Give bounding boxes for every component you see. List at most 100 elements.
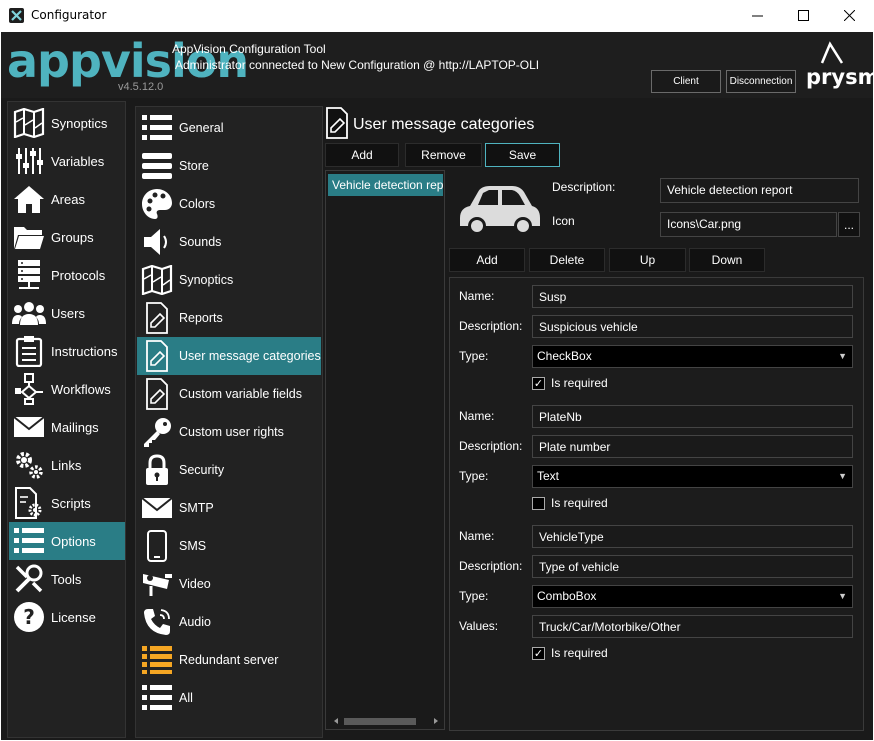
required-checkbox[interactable] [532,497,545,510]
nav-item-label: Mailings [51,419,99,435]
options-item-audio[interactable]: Audio [137,603,321,641]
nav-item-options[interactable]: Options [9,522,125,560]
field-description-input[interactable]: Suspicious vehicle [532,315,853,338]
edit-doc-icon [139,376,175,412]
add-category-button[interactable]: Add [325,143,399,167]
options-item-all[interactable]: All [137,679,321,717]
field-values-label: Values: [459,619,499,633]
close-button[interactable] [826,0,872,31]
description-field[interactable]: Vehicle detection report [660,178,859,203]
nav-item-areas[interactable]: Areas [9,180,125,218]
field-type-value: Text [537,469,560,483]
options-item-label: Reports [179,311,223,325]
field-description-input[interactable]: Plate number [532,435,853,458]
nav-item-label: License [51,609,96,625]
nav-item-label: Users [51,305,85,321]
field-name-label: Name: [459,409,495,423]
field-type-select[interactable]: ComboBox ▼ [532,585,853,608]
field-name-input[interactable]: PlateNb [532,405,853,428]
options-item-user-message-categories[interactable]: User message categories [137,337,321,375]
nav-item-workflows[interactable]: Workflows [9,370,125,408]
required-label: Is required [551,496,608,510]
options-item-sms[interactable]: SMS [137,527,321,565]
prysm-wordmark: prysm [806,65,874,89]
window-title: Configurator [31,8,107,22]
remove-category-button[interactable]: Remove [405,143,482,167]
options-item-label: General [179,121,224,135]
app-icon [9,8,24,23]
version-label: v4.5.12.0 [118,81,164,93]
move-down-button[interactable]: Down [689,248,765,272]
add-field-button[interactable]: Add [449,248,525,272]
field-type-label: Type: [459,349,489,363]
server-icon [11,257,47,293]
envelope-icon [139,490,175,526]
nav-item-users[interactable]: Users [9,294,125,332]
field-type-select[interactable]: CheckBox ▼ [532,345,853,368]
category-list[interactable]: Vehicle detection report [325,170,445,730]
disconnection-button[interactable]: Disconnection [726,70,796,93]
nav-item-mailings[interactable]: Mailings [9,408,125,446]
nav-item-label: Scripts [51,495,91,511]
nav-item-label: Protocols [51,267,106,283]
nav-item-scripts[interactable]: Scripts [9,484,125,522]
users-icon [11,295,47,331]
options-item-general[interactable]: General [137,109,321,147]
delete-field-button[interactable]: Delete [529,248,605,272]
field-description-input[interactable]: Type of vehicle [532,555,853,578]
envelope-icon [11,409,47,445]
palette-icon [139,186,175,222]
required-checkbox[interactable]: ✓ [532,647,545,660]
options-item-label: Video [179,577,211,591]
save-button[interactable]: Save [485,143,560,167]
nav-item-protocols[interactable]: Protocols [9,256,125,294]
page-title: User message categories [353,116,535,133]
required-label: Is required [551,646,608,660]
options-item-store[interactable]: Store [137,147,321,185]
browse-icon-button[interactable]: ... [838,212,860,237]
nav-item-label: Options [51,533,96,549]
field-type-value: ComboBox [537,589,597,603]
options-item-label: SMS [179,539,207,553]
options-item-custom-user-rights[interactable]: Custom user rights [137,413,321,451]
chevron-down-icon: ▼ [838,471,847,481]
required-checkbox[interactable]: ✓ [532,377,545,390]
options-item-custom-variable-fields[interactable]: Custom variable fields [137,375,321,413]
options-item-smtp[interactable]: SMTP [137,489,321,527]
nav-item-links[interactable]: Links [9,446,125,484]
chevron-down-icon: ▼ [838,351,847,361]
options-item-colors[interactable]: Colors [137,185,321,223]
options-item-label: Security [179,463,225,477]
nav-item-groups[interactable]: Groups [9,218,125,256]
chevron-down-icon: ▼ [838,591,847,601]
tools-icon [11,561,47,597]
options-item-reports[interactable]: Reports [137,299,321,337]
options-item-sounds[interactable]: Sounds [137,223,321,261]
field-type-select[interactable]: Text ▼ [532,465,853,488]
options-item-security[interactable]: Security [137,451,321,489]
client-button[interactable]: Client [651,70,721,93]
gears-icon [11,447,47,483]
field-name-input[interactable]: VehicleType [532,525,853,548]
horizontal-scrollbar[interactable] [328,715,442,727]
nav-item-instructions[interactable]: Instructions [9,332,125,370]
move-up-button[interactable]: Up [609,248,686,272]
minimize-button[interactable] [734,0,780,31]
category-item[interactable]: Vehicle detection report [328,174,443,196]
nav-item-synoptics[interactable]: Synoptics [9,104,125,142]
options-item-synoptics[interactable]: Synoptics [137,261,321,299]
nav-item-license[interactable]: ? License [9,598,125,636]
options-item-video[interactable]: Video [137,565,321,603]
maximize-button[interactable] [780,0,826,31]
options-item-redundant-server[interactable]: Redundant server [137,641,321,679]
nav-item-label: Workflows [51,381,111,397]
house-icon [11,181,47,217]
field-name-input[interactable]: Susp [532,285,853,308]
speaker-icon [139,224,175,260]
folder-icon [11,219,47,255]
icon-path-field[interactable]: Icons\Car.png [660,212,837,237]
edit-doc-icon [139,338,175,374]
nav-item-variables[interactable]: Variables [9,142,125,180]
nav-item-tools[interactable]: Tools [9,560,125,598]
field-values-input[interactable]: Truck/Car/Motorbike/Other [532,615,853,638]
